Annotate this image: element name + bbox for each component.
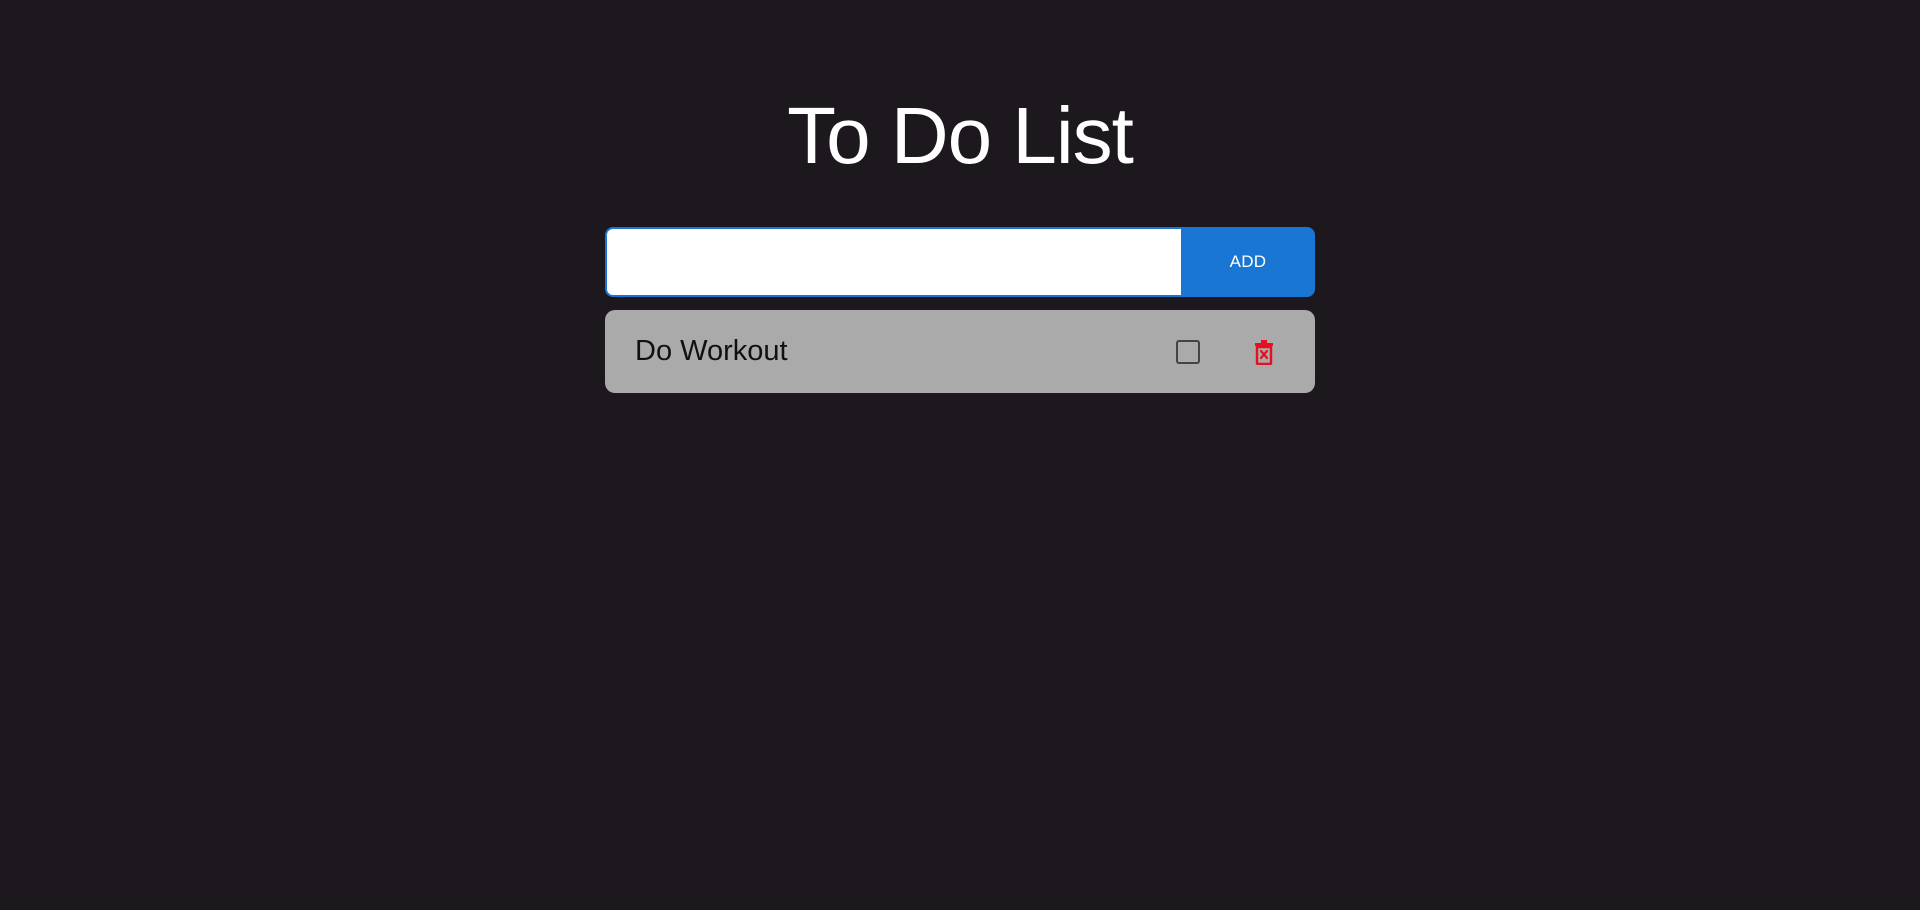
add-task-form: ADD xyxy=(605,227,1315,297)
delete-button[interactable] xyxy=(1250,337,1278,367)
trash-delete-icon xyxy=(1255,340,1273,365)
todo-app: To Do List ADD Do Workout xyxy=(0,0,1920,910)
task-input[interactable] xyxy=(605,227,1181,297)
list-item: Do Workout xyxy=(605,310,1315,393)
task-list: Do Workout xyxy=(605,310,1315,393)
page-title: To Do List xyxy=(787,91,1134,180)
add-button[interactable]: ADD xyxy=(1181,227,1315,297)
checkbox-unchecked-icon[interactable] xyxy=(1176,340,1200,364)
task-text: Do Workout xyxy=(635,335,788,367)
